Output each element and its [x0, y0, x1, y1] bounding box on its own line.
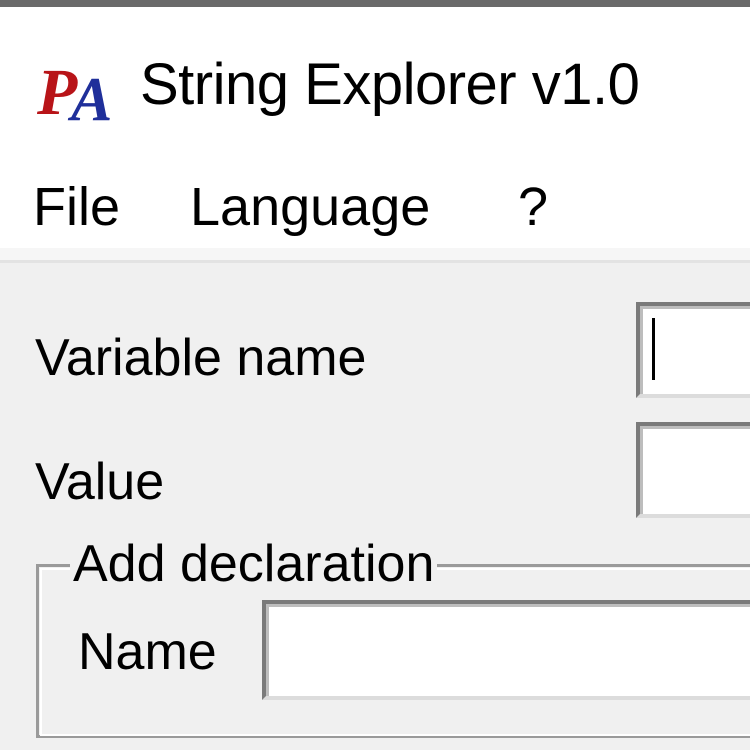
menu-file[interactable]: File	[33, 180, 120, 234]
name-input[interactable]	[262, 600, 750, 700]
title-bar[interactable]: P A String Explorer v1.0	[0, 10, 750, 160]
variable-name-label: Variable name	[35, 329, 367, 387]
window-top-border	[0, 0, 750, 10]
value-input[interactable]	[636, 422, 750, 518]
client-area: Variable name Value Add declaration Name	[0, 260, 750, 750]
menu-language[interactable]: Language	[190, 180, 430, 234]
app-icon-letter-a: A	[67, 66, 112, 128]
client-top-edge	[0, 260, 750, 263]
value-label: Value	[35, 453, 165, 511]
add-declaration-group-label: Add declaration	[70, 538, 438, 590]
app-icon: P A	[33, 48, 115, 128]
menu-separator	[0, 248, 750, 260]
menu-bar: File Language ?	[0, 160, 750, 248]
menu-help[interactable]: ?	[518, 180, 548, 234]
variable-name-input[interactable]	[636, 302, 750, 398]
name-label: Name	[78, 623, 217, 681]
window-title: String Explorer v1.0	[140, 52, 640, 117]
text-caret	[652, 318, 655, 380]
